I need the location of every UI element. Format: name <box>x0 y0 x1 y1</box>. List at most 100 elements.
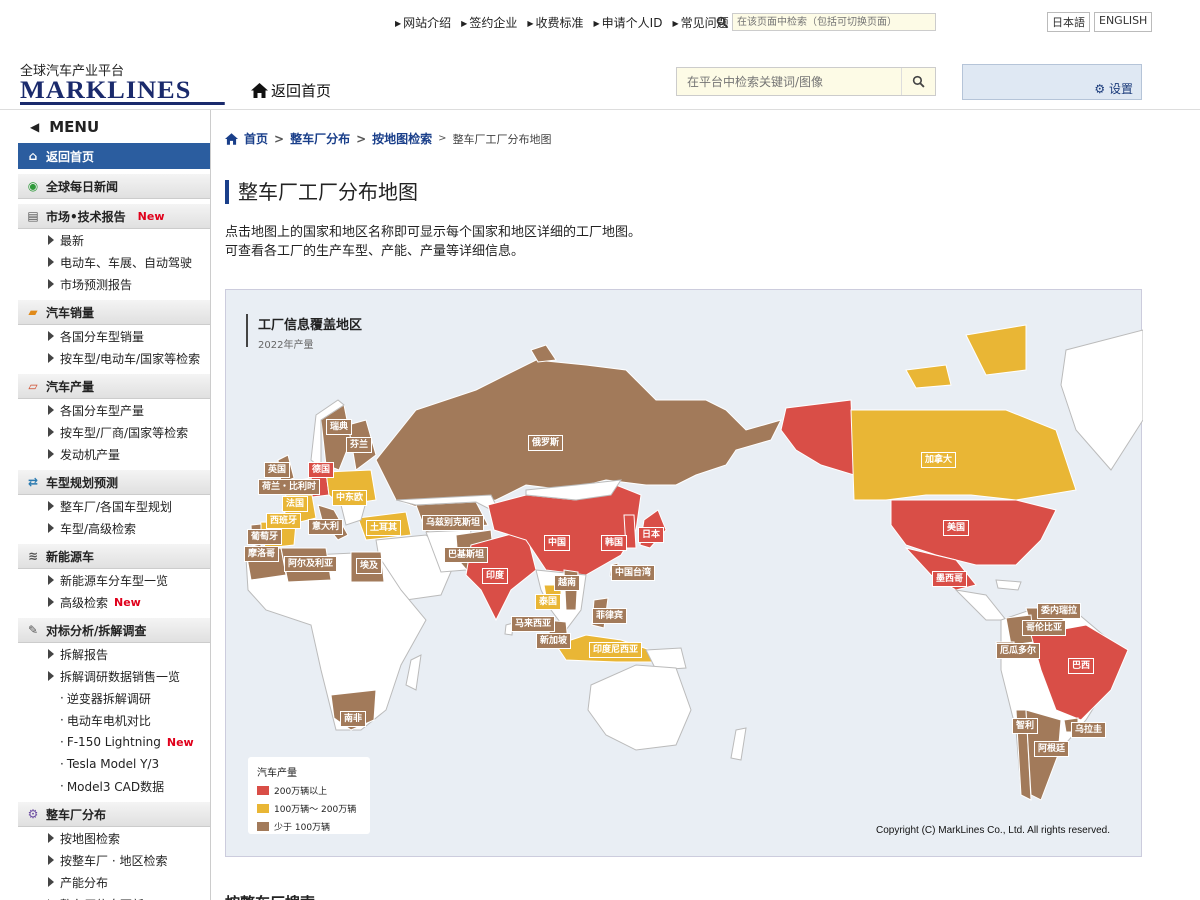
country-label[interactable]: 中国台湾 <box>611 565 656 581</box>
sidebar-item[interactable]: 按整车厂 · 地区检索 <box>18 849 210 871</box>
home-icon: ⌂ <box>28 149 38 163</box>
top-nav-pricing[interactable]: 收费标准 <box>527 14 584 31</box>
sidebar-sections: ⌂ 返回首页 ◉ 全球每日新闻 ▤ 市场•技术报告 New 最新 电动车、车展、自动驾驶 市场预测… <box>18 143 210 900</box>
country-label[interactable]: 越南 <box>554 575 581 591</box>
country-label[interactable]: 马来西亚 <box>511 616 556 632</box>
new-zealand-shape <box>730 727 747 761</box>
country-label[interactable]: 德国 <box>308 462 335 478</box>
home-link[interactable]: 返回首页 <box>251 80 331 101</box>
country-label[interactable]: 土耳其 <box>366 520 402 536</box>
sidebar-item[interactable]: 新能源车分车型一览 <box>18 569 210 591</box>
country-label[interactable]: 厄瓜多尔 <box>996 643 1041 659</box>
country-label[interactable]: 委内瑞拉 <box>1037 603 1082 619</box>
sidebar-section[interactable]: ⚙ 整车厂分布 <box>18 801 210 827</box>
country-label[interactable]: 葡萄牙 <box>247 529 283 545</box>
sidebar-section[interactable]: ✎ 对标分析/拆解调查 <box>18 617 210 643</box>
main-search-input[interactable] <box>677 68 901 95</box>
section-heading: 按整车厂搜索 <box>225 892 315 900</box>
top-nav-clients[interactable]: 签约企业 <box>461 14 517 31</box>
country-label[interactable]: 泰国 <box>535 594 562 610</box>
document-icon: ▤ <box>27 209 39 223</box>
country-label[interactable]: 中国 <box>544 535 571 551</box>
country-label[interactable]: 芬兰 <box>346 437 373 453</box>
breadcrumb-map-search[interactable]: 按地图检索 <box>372 130 432 147</box>
greenland-shape <box>1060 329 1143 471</box>
sidebar-item-label: 高级检索 <box>60 595 109 610</box>
page-search-input[interactable] <box>732 13 936 31</box>
top-nav-about[interactable]: 网站介绍 <box>395 14 451 31</box>
country-label[interactable]: 巴西 <box>1068 658 1095 674</box>
country-label[interactable]: 法国 <box>282 496 309 512</box>
country-label[interactable]: 墨西哥 <box>932 571 968 587</box>
sidebar-item[interactable]: 最新 <box>18 229 210 251</box>
top-nav-apply-id[interactable]: 申请个人ID <box>594 14 663 31</box>
country-label[interactable]: 阿尔及利亚 <box>284 556 338 572</box>
lang-japanese-button[interactable]: 日本語 <box>1047 12 1090 32</box>
logo[interactable]: 全球汽车产业平台 MARKLINES <box>20 64 225 105</box>
country-label[interactable]: 印度 <box>482 568 509 584</box>
sidebar-item[interactable]: 各国分车型产量 <box>18 399 210 421</box>
sidebar-section-label: 车型规划预测 <box>46 475 119 490</box>
country-label[interactable]: 南非 <box>340 711 367 727</box>
country-label[interactable]: 俄罗斯 <box>528 435 564 451</box>
sidebar-item[interactable]: 按车型/电动车/国家等检索 <box>18 347 210 369</box>
country-label[interactable]: 中东欧 <box>332 490 368 506</box>
sidebar-section[interactable]: ≋ 新能源车 <box>18 543 210 569</box>
sidebar-item[interactable]: 电动车电机对比 <box>18 709 210 731</box>
sidebar-item[interactable]: 各国分车型销量 <box>18 325 210 347</box>
sidebar-item[interactable]: 整车厂信息更新 <box>18 893 210 900</box>
country-label[interactable]: 乌兹别克斯坦 <box>422 515 485 531</box>
logo-wordmark: MARKLINES <box>20 78 225 105</box>
country-label[interactable]: 巴基斯坦 <box>444 547 489 563</box>
world-map: 工厂信息覆盖地区 2022年产量 瑞典 芬兰 俄罗斯 英国 德国 荷兰・比利时 中东欧 法国西… <box>225 289 1143 857</box>
menu-label: MENU <box>49 117 100 136</box>
sidebar-section[interactable]: ▱ 汽车产量 <box>18 373 210 399</box>
country-label[interactable]: 意大利 <box>308 519 344 535</box>
country-label[interactable]: 印度尼西亚 <box>589 642 643 658</box>
country-label[interactable]: 加拿大 <box>921 452 957 468</box>
sidebar-section[interactable]: ◉ 全球每日新闻 <box>18 173 210 199</box>
country-label[interactable]: 哥伦比亚 <box>1022 620 1067 636</box>
menu-header[interactable]: ◀ MENU <box>18 110 210 143</box>
sidebar-section[interactable]: ▰ 汽车销量 <box>18 299 210 325</box>
sidebar-section[interactable]: ⌂ 返回首页 <box>18 143 210 169</box>
sidebar-item[interactable]: 整车厂/各国车型规划 <box>18 495 210 517</box>
sidebar-item[interactable]: 拆解调研数据销售一览 <box>18 665 210 687</box>
country-label[interactable]: 英国 <box>264 462 291 478</box>
country-label[interactable]: 美国 <box>943 520 970 536</box>
lang-english-button[interactable]: ENGLISH <box>1094 12 1153 32</box>
settings-button[interactable]: ⚙ 设置 <box>1094 80 1133 97</box>
sidebar-item[interactable]: 按地图检索 <box>18 827 210 849</box>
country-label[interactable]: 智利 <box>1012 718 1039 734</box>
sidebar-item[interactable]: 市场预测报告 <box>18 273 210 295</box>
sidebar-section[interactable]: ▤ 市场•技术报告 New <box>18 203 210 229</box>
sidebar-item[interactable]: 车型/高级检索 <box>18 517 210 539</box>
sidebar-item[interactable]: 发动机产量 <box>18 443 210 465</box>
sidebar-item[interactable]: 电动车、车展、自动驾驶 <box>18 251 210 273</box>
country-label[interactable]: 埃及 <box>356 558 383 574</box>
search-icon[interactable] <box>716 16 728 28</box>
country-label[interactable]: 新加坡 <box>536 633 572 649</box>
breadcrumb-oem-distribution[interactable]: 整车厂分布 <box>290 130 350 147</box>
country-label[interactable]: 阿根廷 <box>1034 741 1070 757</box>
sidebar-item[interactable]: 拆解报告 <box>18 643 210 665</box>
country-label[interactable]: 日本 <box>638 527 665 543</box>
sidebar-item[interactable]: Model3 CAD数据 <box>18 775 210 797</box>
main-search-button[interactable] <box>901 68 935 95</box>
country-label[interactable]: 荷兰・比利时 <box>258 479 321 495</box>
sidebar-item[interactable]: 逆变器拆解调研 <box>18 687 210 709</box>
sidebar-item[interactable]: 产能分布 <box>18 871 210 893</box>
breadcrumb-home[interactable]: 首页 <box>244 130 268 147</box>
country-label[interactable]: 菲律宾 <box>592 608 628 624</box>
country-label[interactable]: 瑞典 <box>326 419 353 435</box>
sidebar-section[interactable]: ⇄ 车型规划预测 <box>18 469 210 495</box>
country-label[interactable]: 西班牙 <box>266 513 302 529</box>
country-label[interactable]: 摩洛哥 <box>244 546 280 562</box>
sidebar-item[interactable]: F-150 Lightning New <box>18 731 210 753</box>
country-label[interactable]: 乌拉圭 <box>1071 722 1107 738</box>
sidebar-item-label: 整车厂/各国车型规划 <box>60 499 173 514</box>
sidebar-item[interactable]: Tesla Model Y/3 <box>18 753 210 775</box>
country-label[interactable]: 韩国 <box>601 535 628 551</box>
sidebar-item[interactable]: 按车型/厂商/国家等检索 <box>18 421 210 443</box>
sidebar-item[interactable]: 高级检索 New <box>18 591 210 613</box>
